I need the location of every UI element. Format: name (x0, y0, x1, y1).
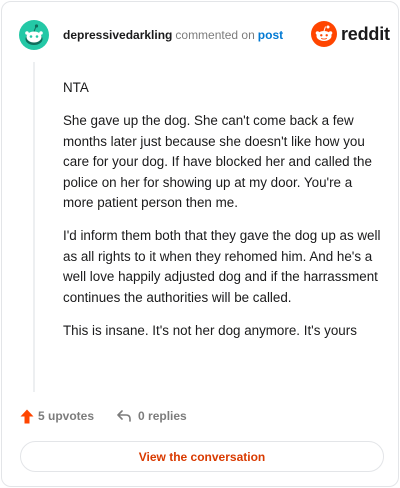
comment-footer: 5 upvotes 0 replies (20, 406, 187, 426)
comment-header: depressivedarkling commented on post (63, 26, 283, 44)
comment-paragraph: She gave up the dog. She can't come back… (63, 113, 372, 210)
upvote-button[interactable]: 5 upvotes (20, 409, 94, 424)
upvote-arrow-icon (20, 409, 34, 423)
snoo-avatar-icon (19, 20, 49, 50)
replies-button[interactable]: 0 replies (116, 409, 187, 423)
thread-line[interactable] (33, 62, 35, 392)
comment-paragraph: NTA (63, 80, 89, 95)
commented-on-text: commented on (175, 28, 255, 42)
reply-arrow-icon (117, 410, 131, 422)
view-conversation-button[interactable]: View the conversation (20, 441, 384, 472)
post-link[interactable]: post (258, 28, 283, 42)
reddit-logo[interactable]: reddit (311, 20, 390, 48)
upvote-count: 5 upvotes (38, 409, 95, 423)
username-link[interactable]: depressivedarkling (63, 28, 172, 42)
comment-body: NTA She gave up the dog. She can't come … (63, 78, 381, 354)
reply-count: 0 replies (138, 409, 187, 423)
comment-paragraph: This is insane. It's not her dog anymore… (63, 322, 357, 338)
embedded-comment-card: depressivedarkling commented on post reddi… (1, 1, 399, 487)
comment-paragraph: I'd inform them both that they gave the … (63, 228, 381, 305)
reddit-wordmark: reddit (341, 23, 390, 44)
reddit-alien-icon (311, 21, 337, 47)
user-avatar[interactable] (19, 20, 49, 50)
